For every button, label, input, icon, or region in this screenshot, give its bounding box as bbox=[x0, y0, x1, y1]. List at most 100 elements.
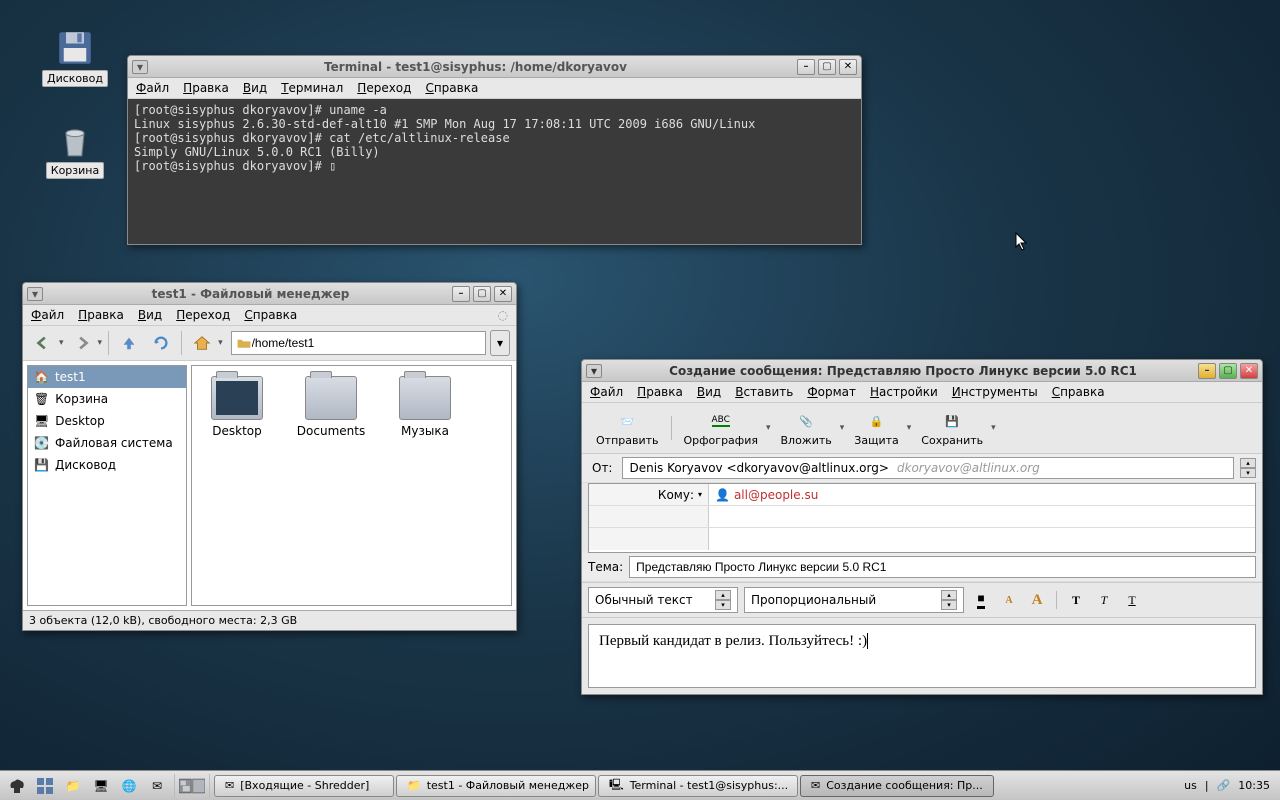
sidebar-item-floppy[interactable]: 💾Дисковод bbox=[28, 454, 186, 476]
minimize-button[interactable]: – bbox=[1198, 363, 1216, 379]
reload-button[interactable] bbox=[147, 330, 175, 356]
maximize-button[interactable]: ▢ bbox=[1219, 363, 1237, 379]
font-family-combo[interactable]: Пропорциональный▴▾ bbox=[744, 587, 964, 613]
browser-launcher[interactable]: 🌐 bbox=[116, 774, 142, 798]
task-button-mail[interactable]: ✉[Входящие - Shredder] bbox=[214, 775, 394, 797]
window-menu-button[interactable]: ▾ bbox=[132, 60, 148, 74]
menu-view[interactable]: Вид bbox=[697, 385, 721, 399]
back-button[interactable] bbox=[29, 330, 57, 356]
desktop-icon-trash[interactable]: Корзина bbox=[40, 120, 110, 179]
menu-view[interactable]: Вид bbox=[138, 308, 162, 322]
path-dropdown[interactable]: ▾ bbox=[490, 330, 510, 356]
path-input[interactable] bbox=[252, 336, 481, 350]
window-menu-button[interactable]: ▾ bbox=[586, 364, 602, 378]
terminal-body[interactable]: [root@sisyphus dkoryavov]# uname -a Linu… bbox=[128, 99, 861, 244]
recipient-row[interactable]: Кому:▾ 👤all@people.su bbox=[589, 484, 1255, 506]
spell-dropdown[interactable]: ▾ bbox=[766, 423, 771, 433]
task-button-terminal[interactable]: 🖳Terminal - test1@sisyphus:... bbox=[598, 775, 798, 797]
home-button[interactable] bbox=[188, 330, 216, 356]
menu-help[interactable]: Справка bbox=[244, 308, 297, 322]
back-history-dropdown[interactable]: ▾ bbox=[59, 338, 64, 348]
menu-settings[interactable]: Настройки bbox=[870, 385, 938, 399]
bold-button[interactable]: T bbox=[1065, 590, 1087, 610]
menu-edit[interactable]: Правка bbox=[78, 308, 124, 322]
close-button[interactable]: ✕ bbox=[1240, 363, 1258, 379]
sidebar-item-desktop[interactable]: 🖥Desktop bbox=[28, 410, 186, 432]
forward-button[interactable] bbox=[68, 330, 96, 356]
minimize-button[interactable]: – bbox=[452, 286, 470, 302]
recipient-row-empty[interactable] bbox=[589, 506, 1255, 528]
show-desktop-button[interactable] bbox=[32, 774, 58, 798]
attach-button[interactable]: 📎Вложить bbox=[775, 407, 838, 449]
network-icon[interactable]: 🔗 bbox=[1217, 779, 1231, 792]
mail-launcher[interactable]: ✉ bbox=[144, 774, 170, 798]
filemanager-launcher[interactable]: 📁 bbox=[60, 774, 86, 798]
desktop-icon-floppy[interactable]: Дисковод bbox=[40, 28, 110, 87]
sidebar-item-filesystem[interactable]: 💽Файловая система bbox=[28, 432, 186, 454]
send-button[interactable]: 📨Отправить bbox=[590, 407, 665, 449]
folder-music[interactable]: Музыка bbox=[390, 376, 460, 438]
menu-tools[interactable]: Инструменты bbox=[952, 385, 1038, 399]
recipient-value[interactable]: 👤all@people.su bbox=[709, 484, 1255, 505]
menu-edit[interactable]: Правка bbox=[637, 385, 683, 399]
folder-documents[interactable]: Documents bbox=[296, 376, 366, 438]
save-button[interactable]: 💾Сохранить bbox=[915, 407, 989, 449]
text-color-button[interactable]: ■ bbox=[970, 590, 992, 610]
fm-menubar: Файл Правка Вид Переход Справка ◌ bbox=[23, 305, 516, 326]
menu-file[interactable]: Файл bbox=[136, 81, 169, 95]
sidebar-item-home[interactable]: 🏠test1 bbox=[28, 366, 186, 388]
spellcheck-button[interactable]: ABCОрфография bbox=[678, 407, 764, 449]
security-dropdown[interactable]: ▾ bbox=[907, 423, 912, 433]
sidebar-item-trash[interactable]: 🗑Корзина bbox=[28, 388, 186, 410]
menu-help[interactable]: Справка bbox=[425, 81, 478, 95]
folder-desktop[interactable]: Desktop bbox=[202, 376, 272, 438]
recipient-type[interactable] bbox=[589, 528, 709, 550]
from-spin[interactable]: ▴▾ bbox=[1240, 458, 1256, 478]
home-dropdown[interactable]: ▾ bbox=[218, 338, 223, 348]
close-button[interactable]: ✕ bbox=[494, 286, 512, 302]
font-larger-button[interactable]: A bbox=[1026, 590, 1048, 610]
forward-history-dropdown[interactable]: ▾ bbox=[98, 338, 103, 348]
menu-view[interactable]: Вид bbox=[243, 81, 267, 95]
recipient-type[interactable] bbox=[589, 506, 709, 527]
menu-insert[interactable]: Вставить bbox=[735, 385, 793, 399]
italic-button[interactable]: T bbox=[1093, 590, 1115, 610]
fm-folder-view[interactable]: Desktop Documents Музыка bbox=[191, 365, 512, 606]
menu-edit[interactable]: Правка bbox=[183, 81, 229, 95]
menu-go[interactable]: Переход bbox=[176, 308, 230, 322]
task-button-compose[interactable]: ✉Создание сообщения: Пр... bbox=[800, 775, 994, 797]
compose-body[interactable]: Первый кандидат в релиз. Пользуйтесь! :)… bbox=[588, 624, 1256, 688]
minimize-button[interactable]: – bbox=[797, 59, 815, 75]
maximize-button[interactable]: ▢ bbox=[473, 286, 491, 302]
attach-dropdown[interactable]: ▾ bbox=[840, 423, 845, 433]
pager-workspace[interactable] bbox=[179, 774, 205, 798]
menu-help[interactable]: Справка bbox=[1052, 385, 1105, 399]
maximize-button[interactable]: ▢ bbox=[818, 59, 836, 75]
terminal-launcher[interactable]: 🖥 bbox=[88, 774, 114, 798]
window-menu-button[interactable]: ▾ bbox=[27, 287, 43, 301]
terminal-titlebar[interactable]: ▾ Terminal - test1@sisyphus: /home/dkory… bbox=[128, 56, 861, 78]
menu-terminal[interactable]: Терминал bbox=[281, 81, 343, 95]
underline-button[interactable]: T bbox=[1121, 590, 1143, 610]
menu-format[interactable]: Формат bbox=[807, 385, 856, 399]
font-smaller-button[interactable]: A bbox=[998, 590, 1020, 610]
fm-titlebar[interactable]: ▾ test1 - Файловый менеджер – ▢ ✕ bbox=[23, 283, 516, 305]
up-button[interactable] bbox=[115, 330, 143, 356]
task-button-filemanager[interactable]: 📁test1 - Файловый менеджер bbox=[396, 775, 596, 797]
from-field[interactable]: Denis Koryavov <dkoryavov@altlinux.org> … bbox=[622, 457, 1234, 479]
compose-titlebar[interactable]: ▾ Создание сообщения: Представляю Просто… bbox=[582, 360, 1262, 382]
paragraph-format-combo[interactable]: Обычный текст▴▾ bbox=[588, 587, 738, 613]
recipient-row-empty[interactable] bbox=[589, 528, 1255, 550]
clock[interactable]: 10:35 bbox=[1238, 779, 1270, 792]
security-button[interactable]: 🔒Защита bbox=[848, 407, 904, 449]
subject-input[interactable] bbox=[629, 556, 1256, 578]
keyboard-layout-indicator[interactable]: us bbox=[1184, 779, 1197, 792]
menu-file[interactable]: Файл bbox=[31, 308, 64, 322]
app-menu-button[interactable] bbox=[4, 774, 30, 798]
close-button[interactable]: ✕ bbox=[839, 59, 857, 75]
menu-go[interactable]: Переход bbox=[357, 81, 411, 95]
save-dropdown[interactable]: ▾ bbox=[991, 423, 996, 433]
menu-file[interactable]: Файл bbox=[590, 385, 623, 399]
recipients-area: Кому:▾ 👤all@people.su bbox=[588, 483, 1256, 553]
recipient-type[interactable]: Кому:▾ bbox=[589, 484, 709, 505]
